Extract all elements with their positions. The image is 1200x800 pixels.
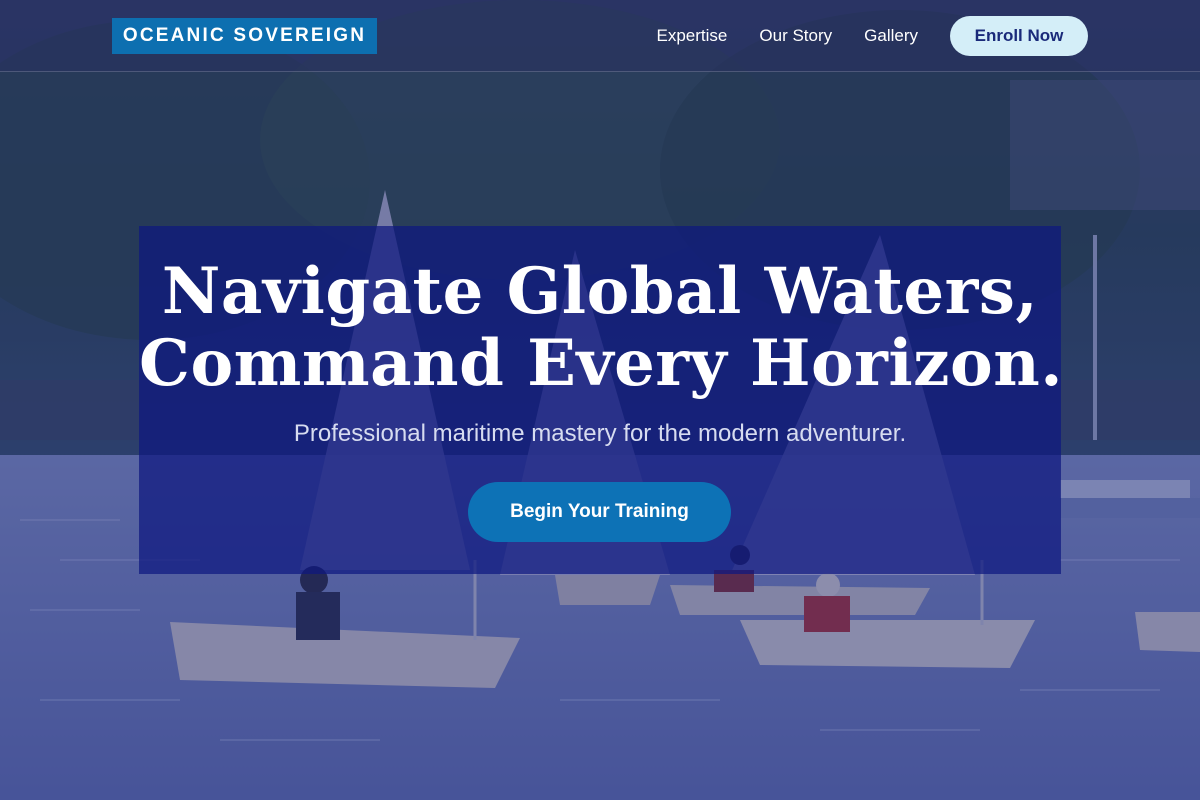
nav-link-expertise[interactable]: Expertise (657, 26, 728, 46)
enroll-now-button[interactable]: Enroll Now (950, 16, 1088, 56)
hero-title-line-1: Navigate Global Waters, (161, 254, 1039, 329)
hero-title: Navigate Global Waters, Command Every Ho… (139, 254, 1063, 401)
nav-link-gallery[interactable]: Gallery (864, 26, 918, 46)
hero-card: Navigate Global Waters, Command Every Ho… (139, 226, 1063, 574)
hero-title-line-2: Command Every Horizon. (139, 326, 1063, 401)
nav-links: Expertise Our Story Gallery (657, 0, 918, 72)
begin-training-button[interactable]: Begin Your Training (468, 482, 731, 542)
brand-logo[interactable]: OCEANIC SOVEREIGN (112, 18, 377, 54)
hero-subtitle: Professional maritime mastery for the mo… (293, 420, 907, 447)
top-navbar: OCEANIC SOVEREIGN Expertise Our Story Ga… (0, 0, 1200, 72)
nav-link-our-story[interactable]: Our Story (759, 26, 832, 46)
